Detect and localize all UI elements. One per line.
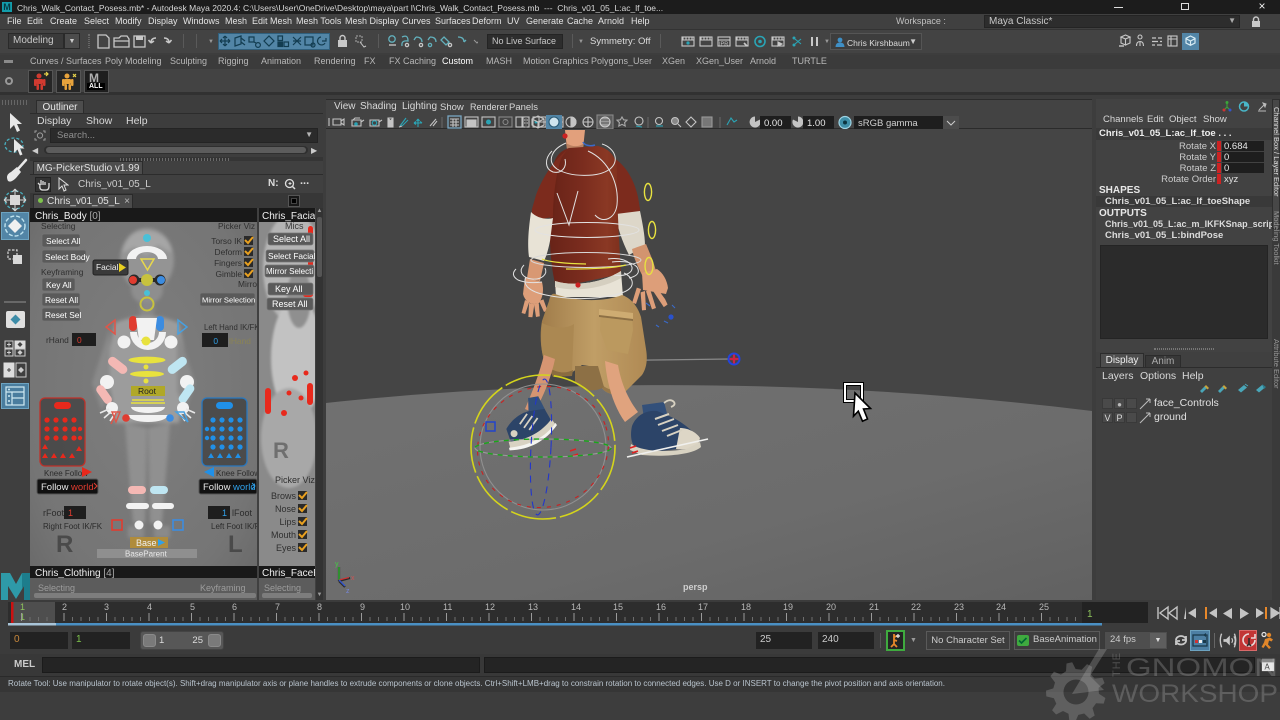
svg-text:Mouth: Mouth	[271, 530, 296, 540]
svg-text:7: 7	[275, 602, 280, 612]
svg-text:1: 1	[20, 602, 25, 612]
svg-text:Follow: Follow	[41, 482, 69, 493]
svg-text:Facial: Facial	[96, 262, 118, 272]
svg-text:3: 3	[104, 602, 109, 612]
svg-text:0: 0	[213, 336, 218, 346]
svg-text:Left Foot IK/FK: Left Foot IK/FK	[211, 522, 257, 531]
svg-text:18: 18	[741, 602, 751, 612]
svg-text:17: 17	[698, 602, 708, 612]
svg-text:11: 11	[443, 602, 452, 612]
svg-text:16: 16	[656, 602, 666, 612]
svg-text:1: 1	[20, 612, 25, 622]
svg-text:1.00: 1.00	[807, 118, 826, 129]
svg-text:Picker Viz: Picker Viz	[275, 475, 315, 485]
svg-text:Keyframing: Keyframing	[41, 267, 84, 277]
svg-text:sRGB gamma: sRGB gamma	[858, 118, 918, 129]
svg-text:Left Hand IK/FK: Left Hand IK/FK	[204, 323, 257, 332]
svg-text:Root: Root	[138, 386, 157, 396]
svg-text:Right Foot IK/FK: Right Foot IK/FK	[43, 522, 103, 531]
svg-text:Selecting: Selecting	[264, 583, 301, 593]
svg-text:Reset All: Reset All	[272, 299, 308, 309]
svg-text:20: 20	[826, 602, 836, 612]
svg-text:lFoot: lFoot	[232, 508, 253, 518]
svg-text:R: R	[273, 438, 289, 463]
svg-text:Fingers: Fingers	[214, 258, 242, 268]
svg-text:THE: THE	[1111, 652, 1123, 677]
svg-text:lHand: lHand	[229, 336, 251, 346]
svg-text:Selecting: Selecting	[38, 583, 75, 593]
svg-text:0: 0	[77, 335, 82, 345]
svg-text:19: 19	[783, 602, 793, 612]
svg-text:BaseParent: BaseParent	[125, 550, 168, 559]
svg-text:Select Body: Select Body	[45, 252, 91, 262]
svg-text:IPR: IPR	[719, 42, 728, 48]
svg-text:13: 13	[528, 602, 538, 612]
svg-text:1: 1	[222, 508, 227, 518]
svg-text:Torso IK: Torso IK	[211, 236, 242, 246]
svg-text:Key All: Key All	[46, 280, 72, 290]
svg-text:Follow: Follow	[203, 482, 231, 493]
svg-text:R: R	[56, 531, 73, 558]
svg-text:Brows: Brows	[271, 491, 297, 501]
svg-text:Mirror: Mirror	[238, 279, 257, 289]
svg-text:WORKSHOP: WORKSHOP	[1112, 680, 1278, 708]
svg-text:4: 4	[147, 602, 152, 612]
svg-text:x: x	[351, 575, 355, 582]
svg-text:21: 21	[869, 602, 879, 612]
svg-text:Select All: Select All	[46, 236, 81, 246]
svg-text:Select Facial: Select Facial	[268, 251, 315, 261]
svg-text:Deform: Deform	[215, 247, 242, 257]
svg-text:23: 23	[954, 602, 964, 612]
svg-text:L: L	[228, 531, 243, 558]
svg-text:rHand: rHand	[46, 335, 69, 345]
svg-text:Selecting: Selecting	[41, 221, 76, 231]
svg-text:Reset All: Reset All	[45, 295, 78, 305]
svg-text:0.00: 0.00	[764, 118, 783, 129]
svg-text:Select All: Select All	[273, 234, 310, 244]
svg-text:Lips: Lips	[279, 517, 296, 527]
svg-text:Mirror Selecti: Mirror Selecti	[266, 267, 313, 276]
svg-text:world: world	[70, 482, 94, 493]
svg-text:Mics: Mics	[285, 221, 304, 231]
svg-text:Chris_Clothing [4]: Chris_Clothing [4]	[35, 568, 115, 579]
svg-text:Key All: Key All	[275, 284, 303, 294]
svg-text:Reset Sel: Reset Sel	[45, 310, 81, 320]
svg-text:24: 24	[996, 602, 1006, 612]
svg-text:10: 10	[400, 602, 410, 612]
svg-text:Picker Viz: Picker Viz	[218, 221, 255, 231]
svg-text:15: 15	[613, 602, 623, 612]
svg-text:z: z	[346, 588, 350, 595]
svg-text:Knee Follow: Knee Follow	[216, 469, 257, 478]
svg-text:1: 1	[68, 508, 73, 518]
svg-text:12: 12	[485, 602, 495, 612]
svg-text:Base: Base	[136, 538, 157, 548]
svg-text:9: 9	[360, 602, 365, 612]
svg-text:25: 25	[1039, 602, 1049, 612]
svg-text:Nose: Nose	[275, 504, 296, 514]
svg-text:22: 22	[911, 602, 921, 612]
svg-text:Keyframing: Keyframing	[200, 583, 246, 593]
svg-text:Chris_FaceEx [: Chris_FaceEx [	[262, 568, 315, 579]
svg-text:GNOMON: GNOMON	[1126, 654, 1278, 682]
svg-text:1: 1	[1087, 609, 1093, 620]
svg-text:5: 5	[190, 602, 195, 612]
svg-text:Gimble: Gimble	[215, 269, 242, 279]
svg-text:6: 6	[232, 602, 237, 612]
svg-text:8: 8	[317, 602, 322, 612]
svg-text:Mirror Selection: Mirror Selection	[202, 296, 255, 305]
svg-text:rFoot: rFoot	[43, 508, 65, 518]
svg-text:2: 2	[62, 602, 67, 612]
svg-text:Eyes: Eyes	[276, 543, 297, 553]
svg-text:14: 14	[571, 602, 581, 612]
svg-text:persp: persp	[683, 582, 708, 592]
svg-text:Knee Follow: Knee Follow	[44, 469, 88, 478]
svg-text:y: y	[335, 561, 339, 568]
